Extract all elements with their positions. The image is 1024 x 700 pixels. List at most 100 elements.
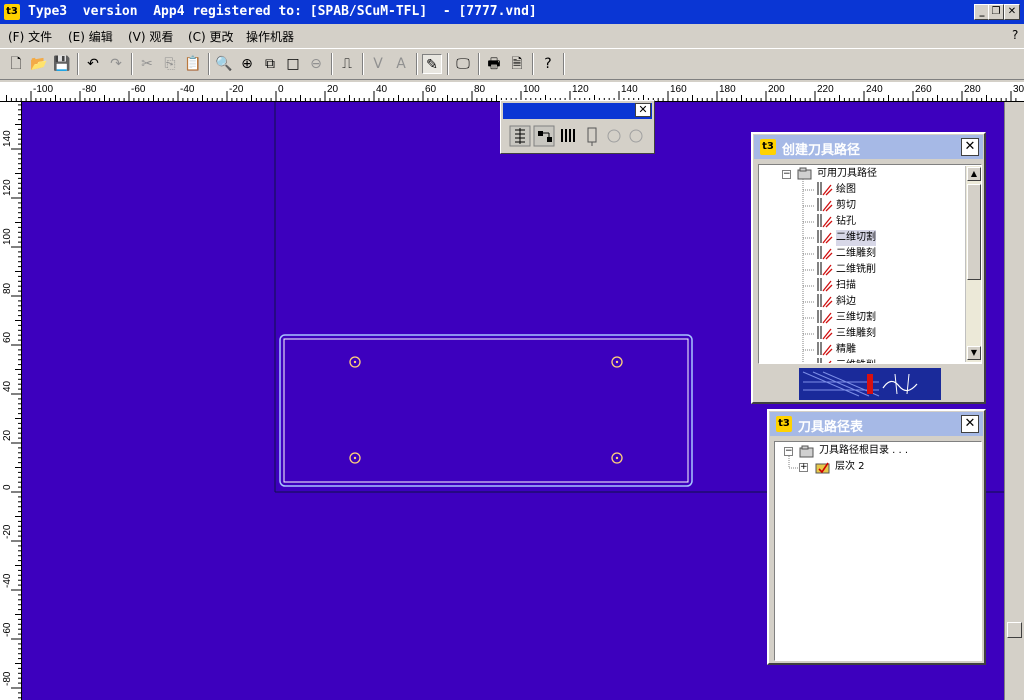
toolpath-type-label: 精雕 bbox=[836, 344, 856, 355]
measure-icon[interactable]: ⎍ bbox=[337, 54, 357, 74]
toolpath-type-item[interactable]: 钻孔 bbox=[815, 214, 856, 230]
menu-file[interactable]: (F) 文件 bbox=[8, 28, 52, 45]
toolpath-type-item[interactable]: 二维雕刻 bbox=[815, 246, 876, 262]
toolpath-type-label: 三维铣削 bbox=[836, 358, 876, 363]
save-disk-icon[interactable]: 💾 bbox=[52, 54, 72, 74]
toolpath-type-item[interactable]: 二维铣削 bbox=[815, 262, 876, 278]
toolpath-type-item[interactable]: 三维切割 bbox=[815, 310, 876, 326]
canvas-vertical-scrollbar[interactable] bbox=[1004, 102, 1024, 700]
text-path-icon[interactable]: A bbox=[391, 54, 411, 74]
toolpath-type-label: 三维雕刻 bbox=[836, 328, 876, 339]
ruler-tick-label: -20 bbox=[2, 524, 13, 539]
scroll-down-arrow-icon[interactable]: ▼ bbox=[967, 346, 981, 360]
toolpath-type-item[interactable]: 三维铣削 bbox=[815, 358, 876, 363]
ruler-tick-label: 80 bbox=[474, 84, 486, 95]
tree-collapse-icon[interactable]: − bbox=[784, 447, 793, 456]
zoom-window-icon[interactable]: ⧉ bbox=[260, 54, 280, 74]
toolpath-type-item[interactable]: 扫描 bbox=[815, 278, 856, 294]
toolbar-separator bbox=[131, 53, 133, 75]
paste-icon[interactable]: 📋 bbox=[183, 54, 203, 74]
outer-rectangle[interactable] bbox=[279, 334, 693, 487]
zoom-previous-icon[interactable]: ⊖ bbox=[306, 54, 326, 74]
ruler-tick-label: -40 bbox=[180, 84, 195, 95]
ruler-tick-label: 0 bbox=[2, 484, 13, 490]
restore-button[interactable]: ❐ bbox=[988, 4, 1004, 20]
zoom-in-icon[interactable]: ⊕ bbox=[237, 54, 257, 74]
toolpath-type-label: 剪切 bbox=[836, 200, 856, 211]
copy-icon[interactable]: ⎘ bbox=[160, 54, 180, 74]
menu-help[interactable]: ? bbox=[1012, 28, 1018, 42]
vector-icon[interactable]: V bbox=[368, 54, 388, 74]
canvas-scrollbar-thumb[interactable] bbox=[1007, 622, 1022, 638]
menu-edit[interactable]: (E) 编辑 bbox=[68, 28, 113, 45]
undo-icon[interactable]: ↶ bbox=[83, 54, 103, 74]
toolpath-type-icon bbox=[817, 214, 833, 228]
ruler-tick-label: 200 bbox=[768, 84, 785, 95]
toolpath-type-item[interactable]: 斜边 bbox=[815, 294, 856, 310]
new-file-icon[interactable]: 🗋 bbox=[6, 54, 26, 74]
hole-top-left[interactable] bbox=[349, 356, 361, 368]
toolpath-type-icon bbox=[817, 278, 833, 292]
inner-rectangle[interactable] bbox=[283, 338, 689, 483]
toolpath-type-icon bbox=[817, 198, 833, 212]
hole-bottom-left[interactable] bbox=[349, 452, 361, 464]
print-preview-icon[interactable]: 🗎 bbox=[507, 54, 527, 74]
floating-toolbar-caption[interactable] bbox=[503, 103, 652, 119]
toolpath-type-item[interactable]: 二维切割 bbox=[815, 230, 876, 246]
floating-toolbar-tools bbox=[509, 125, 643, 147]
toolpath-list-close-button[interactable]: ✕ bbox=[961, 415, 979, 433]
tree-tool-icon[interactable] bbox=[533, 125, 555, 147]
vertical-ruler[interactable]: 140 120 100 80 60 40 20 0 -20 -40 -60 -80 bbox=[0, 102, 22, 700]
menu-view[interactable]: (V) 观看 bbox=[128, 28, 173, 45]
toolpath-type-item[interactable]: 精雕 bbox=[815, 342, 856, 358]
scroll-up-arrow-icon[interactable]: ▲ bbox=[967, 167, 981, 181]
floating-toolbar-close-button[interactable]: ✕ bbox=[635, 103, 651, 117]
tree-expand-icon[interactable]: + bbox=[799, 463, 808, 472]
toolpath-list-panel: t3 刀具路径表 ✕ − 刀具路径根目录 . . . + 层次 2 bbox=[767, 409, 986, 665]
ruler-tick-label: 140 bbox=[621, 84, 638, 95]
horizontal-ruler[interactable]: -100 -80 -60 -40 -20 0 20 40 60 80 100 120 140 160 180… bbox=[0, 82, 1024, 102]
toolpath-type-label: 二维切割 bbox=[836, 230, 876, 246]
app-icon[interactable]: t3 bbox=[4, 4, 20, 20]
toolpath-type-item[interactable]: 三维雕刻 bbox=[815, 326, 876, 342]
toolpath-type-item[interactable]: 剪切 bbox=[815, 198, 856, 214]
hole-bottom-right[interactable] bbox=[611, 452, 623, 464]
checked-folder-icon bbox=[815, 462, 830, 474]
multi-tool-icon[interactable] bbox=[561, 129, 575, 142]
layer-2-item[interactable]: 层次 2 bbox=[835, 459, 865, 475]
toolpath-type-item[interactable]: 绘图 bbox=[815, 182, 856, 198]
toolpath-tool-icon[interactable]: ✎ bbox=[422, 54, 442, 74]
menu-change[interactable]: (C) 更改 bbox=[188, 28, 234, 45]
cut-icon[interactable]: ✂ bbox=[137, 54, 157, 74]
menu-machine[interactable]: 操作机器 bbox=[246, 28, 294, 45]
ruler-tick-label: 280 bbox=[964, 84, 981, 95]
create-toolpath-close-button[interactable]: ✕ bbox=[961, 138, 979, 156]
tool-holder-icon[interactable] bbox=[587, 127, 597, 146]
layers-tool-icon[interactable] bbox=[509, 125, 531, 147]
floating-toolbar: ✕ bbox=[500, 100, 655, 154]
ruler-tick-label: 220 bbox=[817, 84, 834, 95]
toolpath-type-label: 三维切割 bbox=[836, 312, 876, 323]
toolpath-root[interactable]: 刀具路径根目录 . . . bbox=[819, 443, 908, 459]
menu-bar: (F) 文件 (E) 编辑 (V) 观看 (C) 更改 操作机器 ? bbox=[0, 24, 1024, 46]
zoom-page-icon[interactable]: □ bbox=[283, 54, 303, 74]
toolpath-type-icon bbox=[817, 342, 833, 356]
zoom-icon[interactable]: 🔍 bbox=[214, 54, 234, 74]
toolbar-separator bbox=[447, 53, 449, 75]
hole-top-right[interactable] bbox=[611, 356, 623, 368]
help-icon[interactable]: ? bbox=[538, 54, 558, 74]
ruler-tick-label: 160 bbox=[670, 84, 687, 95]
redo-icon[interactable]: ↷ bbox=[106, 54, 126, 74]
create-toolpath-scrollbar[interactable]: ▲ ▼ bbox=[965, 166, 981, 362]
toolpath-type-icon bbox=[817, 326, 833, 340]
scrollbar-thumb[interactable] bbox=[967, 184, 981, 280]
disabled-tool-1-icon[interactable] bbox=[607, 129, 621, 143]
display-icon[interactable]: 🖵 bbox=[453, 54, 473, 74]
close-button[interactable]: ✕ bbox=[1004, 4, 1020, 20]
open-folder-icon[interactable]: 📂 bbox=[29, 54, 49, 74]
toolpath-list-caption[interactable]: t3 刀具路径表 ✕ bbox=[770, 412, 983, 436]
print-icon[interactable]: 🖶 bbox=[484, 54, 504, 74]
ruler-tick-label: 180 bbox=[719, 84, 736, 95]
create-toolpath-caption[interactable]: t3 创建刀具路径 ✕ bbox=[754, 135, 983, 159]
disabled-tool-2-icon[interactable] bbox=[629, 129, 643, 143]
